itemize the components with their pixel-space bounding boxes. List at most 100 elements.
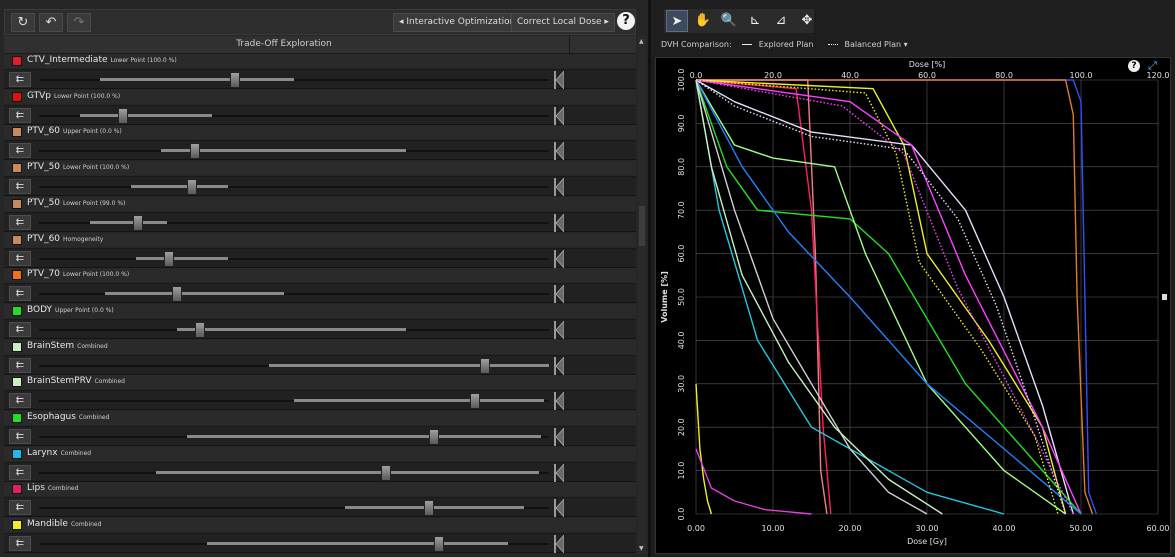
undo-icon[interactable]: ↶ [39, 13, 63, 32]
tradeoff-slider-row: ⇇ [4, 283, 636, 304]
x2-axis-label: Dose [%] [909, 60, 946, 69]
restrict-icon[interactable]: ⇇ [9, 72, 31, 87]
y-tick-label: 10.0 [677, 462, 686, 480]
slider-thumb[interactable] [424, 500, 435, 517]
slider-end-icon[interactable] [554, 142, 564, 161]
measure2-icon[interactable]: ⊿ [770, 10, 792, 32]
x-tick-label: 0.00 [687, 524, 705, 533]
redo-icon[interactable]: ↷ [67, 13, 91, 32]
slider-end-icon[interactable] [554, 428, 564, 446]
slider-end-icon[interactable] [554, 499, 564, 518]
slider-end-icon[interactable] [554, 463, 564, 482]
slider-range [294, 399, 544, 403]
slider-thumb[interactable] [171, 286, 182, 303]
dvh-chart[interactable]: 0.00 10.00 20.00 30.00 40.00 50.00 60.00 0.0 20.… [655, 57, 1171, 554]
tradeoff-slider-row: ⇇ [4, 69, 636, 89]
restrict-icon[interactable]: ⇇ [9, 536, 31, 552]
tradeoff-row: CTV_Intermediate Lower Point (100.0 %) ⇇ [4, 54, 636, 90]
restrict-icon[interactable]: ⇇ [9, 179, 31, 195]
slider-end-icon[interactable] [554, 320, 564, 339]
tradeoff-row: BrainStem Combined ⇇ [4, 339, 636, 376]
slider-range [79, 113, 213, 117]
slider-end-icon[interactable] [554, 213, 564, 232]
measure-icon[interactable]: ⊾ [744, 10, 766, 32]
structure-label: Esophagus Combined [27, 412, 109, 422]
restrict-icon[interactable]: ⇇ [9, 429, 31, 444]
structure-name: GTVp [27, 90, 52, 101]
structure-name: BODY [27, 304, 53, 315]
slider-end-icon[interactable] [554, 178, 564, 197]
slider-range [135, 256, 228, 260]
slider-end-icon[interactable] [554, 71, 564, 89]
objective-type: Lower Point (100.0 %) [63, 271, 130, 279]
restrict-icon[interactable]: ⇇ [9, 500, 31, 516]
tradeoff-row-header: Esophagus Combined [4, 411, 636, 425]
structure-color-swatch [12, 127, 22, 138]
slider-thumb[interactable] [480, 357, 491, 374]
slider-end-icon[interactable] [554, 356, 564, 375]
slider-thumb[interactable] [470, 393, 481, 410]
restrict-icon[interactable]: ⇇ [9, 357, 31, 373]
slider-end-icon[interactable] [554, 535, 564, 554]
reset-icon[interactable]: ↻ [11, 13, 35, 32]
tradeoff-scrollbar[interactable]: ▲ ▼ [638, 36, 646, 554]
slider-thumb[interactable] [133, 214, 144, 231]
slider-thumb[interactable] [230, 72, 241, 88]
dvh-series-line [695, 448, 812, 515]
x2-tick-label: 100.0 [1070, 71, 1093, 80]
y-tick-label: 20.0 [677, 418, 686, 436]
correct-local-dose-button[interactable]: Correct Local Dose ▸ [511, 13, 615, 32]
scrollbar-thumb[interactable] [639, 206, 645, 246]
slider-end-icon[interactable] [554, 249, 564, 268]
tradeoff-row: GTVp Lower Point (100.0 %) ⇇ [4, 89, 636, 126]
slider-end-icon[interactable] [554, 285, 564, 304]
y-tick-label: 70.0 [677, 201, 686, 219]
slider-end-icon[interactable] [554, 392, 564, 411]
slider-thumb[interactable] [187, 179, 197, 196]
restrict-icon[interactable]: ⇇ [9, 393, 31, 409]
chevron-right-icon: ▸ [601, 17, 609, 27]
objective-type: Lower Point (100.0 %) [110, 57, 177, 64]
x-tick-label: 50.00 [1070, 524, 1093, 533]
chart-help-icon[interactable]: ? [1128, 60, 1140, 72]
structure-label: Mandible Combined [27, 519, 101, 529]
slider-track[interactable] [39, 257, 549, 260]
y-tick-label: 0.0 [677, 508, 686, 521]
structure-label: PTV_60 Upper Point (0.0 %) [27, 126, 122, 136]
slider-thumb[interactable] [194, 321, 205, 338]
slider-end-icon[interactable] [554, 106, 564, 125]
fit-icon[interactable]: ✥ [796, 10, 818, 32]
slider-thumb[interactable] [118, 107, 129, 124]
help-icon[interactable]: ? [617, 12, 635, 30]
tradeoff-row-header: GTVp Lower Point (100.0 %) [4, 89, 636, 104]
objective-type: Combined [77, 342, 108, 350]
pointer-icon[interactable]: ➤ [666, 10, 688, 32]
restrict-icon[interactable]: ⇇ [9, 321, 31, 337]
objective-type: Lower Point (100.0 %) [63, 164, 130, 172]
slider-thumb[interactable] [164, 250, 175, 267]
restrict-icon[interactable]: ⇇ [9, 107, 31, 123]
slider-thumb[interactable] [434, 536, 445, 553]
slider-thumb[interactable] [429, 429, 440, 445]
restrict-icon[interactable]: ⇇ [9, 250, 31, 266]
slider-track[interactable] [39, 186, 549, 189]
expand-icon[interactable]: ⤢ [1148, 59, 1157, 73]
slider-thumb[interactable] [380, 464, 391, 481]
objective-type: Combined [78, 414, 110, 421]
pan-icon[interactable]: ✋ [692, 10, 714, 32]
slider-thumb[interactable] [189, 143, 200, 160]
zoom-icon[interactable]: 🔍 [718, 10, 740, 32]
slider-range [100, 78, 294, 81]
scroll-down-icon[interactable]: ▼ [639, 545, 644, 552]
interactive-optimization-button[interactable]: ◂ Interactive Optimization [393, 13, 522, 32]
scroll-up-icon[interactable]: ▲ [639, 38, 644, 45]
y-axis-label: Volume [%] [660, 271, 669, 323]
restrict-icon[interactable]: ⇇ [9, 464, 31, 480]
tradeoff-row-header: BrainStem Combined [4, 339, 636, 354]
restrict-icon[interactable]: ⇇ [9, 214, 31, 230]
structure-color-swatch [12, 270, 22, 281]
balanced-plan-dropdown[interactable]: Balanced Plan ▾ [845, 40, 908, 49]
restrict-icon[interactable]: ⇇ [9, 143, 31, 159]
slider-range [207, 542, 509, 546]
restrict-icon[interactable]: ⇇ [9, 286, 31, 302]
